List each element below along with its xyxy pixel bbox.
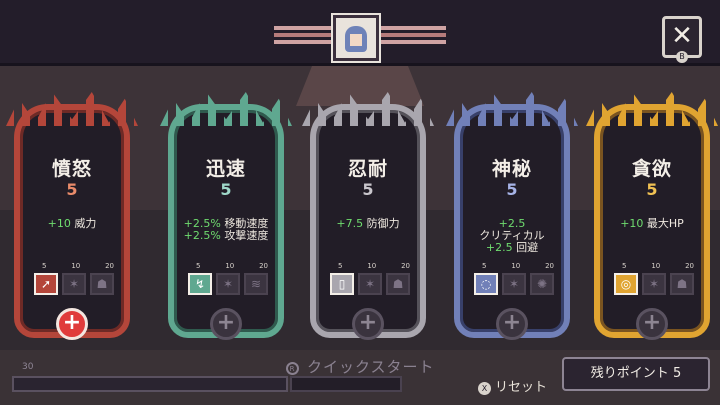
upgrade-card[interactable]: 忍耐 5 +7.5 防御力 5 10 20 ▯ ✶ ☗ + (302, 92, 434, 344)
milestone-tick: 5 (622, 262, 627, 270)
add-point-button[interactable]: + (56, 308, 88, 340)
skill-slot-icon: ✶ (502, 273, 526, 295)
add-point-button[interactable]: + (636, 308, 668, 340)
milestone-tick: 20 (105, 262, 114, 270)
milestone-tick: 20 (545, 262, 554, 270)
skill-slots: ▯ ✶ ☗ (330, 273, 414, 295)
card-level: 5 (362, 180, 374, 199)
skill-slot-icon: ✶ (358, 273, 382, 295)
skill-slot-icon: ≋ (244, 273, 268, 295)
upgrade-card[interactable]: 神秘 5 +2.5 クリティカル +2.5 回避 5 10 20 ◌ ✶ ✺ + (446, 92, 578, 344)
skill-slot-icon: ☗ (386, 273, 410, 295)
skill-slot-icon: ➚ (34, 273, 58, 295)
skill-slots: ↯ ✶ ≋ (188, 273, 272, 295)
skill-slot-icon: ☗ (90, 273, 114, 295)
stat-name: 防御力 (366, 217, 400, 230)
milestone-tick: 10 (225, 262, 235, 270)
milestone-ticks: 5 10 20 (196, 262, 268, 270)
card-name: 忍耐 (347, 158, 388, 180)
upgrade-card[interactable]: 憤怒 5 +10 威力 5 10 20 ➚ ✶ ☗ + (6, 92, 138, 344)
milestone-tick: 5 (338, 262, 343, 270)
skill-slot-icon: ✺ (530, 273, 554, 295)
stat-value: +2.5 (485, 241, 513, 254)
milestone-tick: 5 (42, 262, 47, 270)
milestone-ticks: 5 10 20 (42, 262, 114, 270)
card-stats: +7.5 防御力 (312, 218, 424, 230)
character-portrait-icon (333, 15, 379, 61)
skill-slot-icon: ◎ (614, 273, 638, 295)
milestone-tick: 10 (71, 262, 81, 270)
skill-slots: ◌ ✶ ✺ (474, 273, 558, 295)
card-name: 迅速 (205, 158, 246, 180)
card-level: 5 (220, 180, 232, 199)
skill-slots: ➚ ✶ ☗ (34, 273, 118, 295)
milestone-tick: 5 (196, 262, 201, 270)
milestone-tick: 20 (259, 262, 268, 270)
stat-value: +7.5 (336, 217, 364, 230)
card-stats: +10 最大HP (596, 218, 708, 230)
stat-line: +7.5 防御力 (312, 218, 424, 230)
remaining-points-panel: 残りポイント 5 (562, 357, 710, 391)
stat-name: 攻撃速度 (224, 229, 269, 242)
card-name: 神秘 (491, 158, 532, 180)
milestone-tick: 10 (651, 262, 661, 270)
skill-slot-icon: ✶ (642, 273, 666, 295)
milestone-ticks: 5 10 20 (482, 262, 554, 270)
stat-line: +10 威力 (16, 218, 128, 230)
stat-line: +2.5 クリティカル (456, 218, 568, 242)
card-stats: +2.5% 移動速度 +2.5% 攻撃速度 (170, 218, 282, 242)
reset-button[interactable]: X リセット (478, 376, 547, 395)
card-stats: +10 威力 (16, 218, 128, 230)
upgrade-card[interactable]: 貪欲 5 +10 最大HP 5 10 20 ◎ ✶ ☗ + (586, 92, 718, 344)
stat-line: +10 最大HP (596, 218, 708, 230)
milestone-tick: 5 (482, 262, 487, 270)
upgrade-screen: ✕ B 憤怒 5 +10 威力 5 10 20 ➚ ✶ ☗ + 迅速 5 +2.5% 移動速度 +2.5%… (0, 0, 720, 405)
stat-name: 最大HP (646, 217, 684, 230)
card-name: 貪欲 (631, 158, 672, 180)
card-stats: +2.5 クリティカル +2.5 回避 (456, 218, 568, 254)
xp-progress-bar (12, 376, 288, 392)
skill-slot-icon: ✶ (216, 273, 240, 295)
xp-value: 30 (22, 362, 34, 372)
milestone-ticks: 5 10 20 (338, 262, 410, 270)
quick-start-button[interactable]: R クイックスタート (286, 356, 435, 377)
milestone-tick: 20 (685, 262, 694, 270)
card-name: 憤怒 (51, 158, 92, 180)
reset-label: リセット (495, 380, 548, 395)
stat-name: 回避 (516, 241, 539, 254)
stat-name: 威力 (74, 217, 97, 230)
stat-value: +10 (47, 217, 71, 230)
skill-slot-icon: ↯ (188, 273, 212, 295)
add-point-button[interactable]: + (496, 308, 528, 340)
skill-slots: ◎ ✶ ☗ (614, 273, 698, 295)
skill-slot-icon: ▯ (330, 273, 354, 295)
skill-slot-icon: ◌ (474, 273, 498, 295)
remaining-points-value: 5 (672, 366, 682, 381)
milestone-tick: 10 (367, 262, 377, 270)
quick-start-label: クイックスタート (307, 358, 435, 376)
skill-slot-icon: ✶ (62, 273, 86, 295)
add-point-button[interactable]: + (210, 308, 242, 340)
reset-hint-icon: X (478, 382, 491, 395)
skill-slot-icon: ☗ (670, 273, 694, 295)
add-point-button[interactable]: + (352, 308, 384, 340)
card-level: 5 (506, 180, 518, 199)
top-bar: ✕ B (0, 0, 720, 66)
remaining-points-label: 残りポイント (590, 366, 669, 381)
stat-value: +10 (620, 217, 644, 230)
upgrade-card[interactable]: 迅速 5 +2.5% 移動速度 +2.5% 攻撃速度 5 10 20 ↯ ✶ ≋ + (160, 92, 292, 344)
milestone-tick: 20 (401, 262, 410, 270)
card-level: 5 (646, 180, 658, 199)
xp-progress-bar-extension (290, 376, 402, 392)
card-level: 5 (66, 180, 78, 199)
stat-value: +2.5% (183, 229, 221, 242)
stat-line: +2.5 回避 (456, 242, 568, 254)
close-button-hint-icon: B (676, 51, 688, 63)
milestone-ticks: 5 10 20 (622, 262, 694, 270)
quick-start-hint-icon: R (286, 362, 299, 375)
stat-line: +2.5% 攻撃速度 (170, 230, 282, 242)
milestone-tick: 10 (511, 262, 521, 270)
